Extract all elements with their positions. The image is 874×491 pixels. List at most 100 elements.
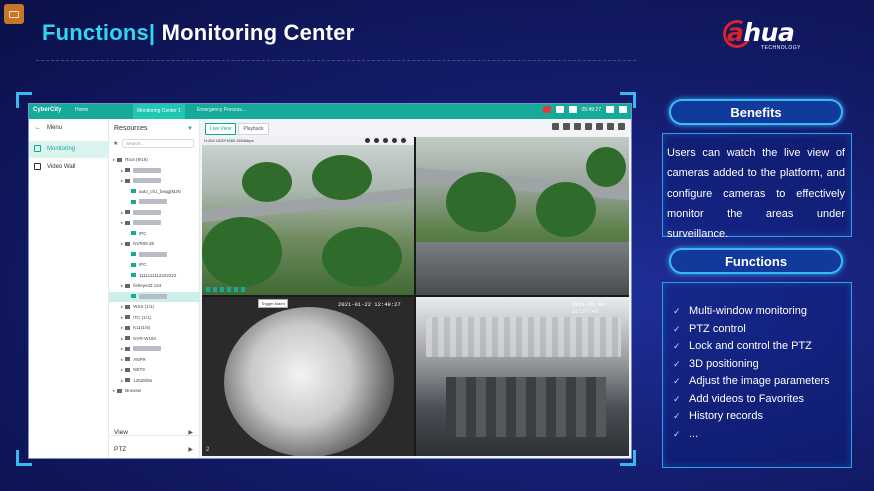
tree-item[interactable]: ▸ Browser <box>109 386 200 397</box>
settings-icon[interactable] <box>568 106 577 113</box>
tab-live-view[interactable]: Live View <box>205 123 237 135</box>
tree-item[interactable]: ▸ fisheye43.124 <box>109 281 200 292</box>
tool-icon[interactable] <box>241 287 245 292</box>
expand-arrow-icon[interactable]: ▸ <box>121 346 123 351</box>
expand-arrow-icon[interactable]: ▸ <box>121 336 123 341</box>
tree-item[interactable]: ▸ Root (9/16) <box>109 155 200 166</box>
expand-arrow-icon[interactable]: ▸ <box>113 157 115 162</box>
layout-9-icon[interactable] <box>596 123 603 130</box>
tree-item[interactable]: ▸ NVR08.35 <box>109 239 200 250</box>
expand-arrow-icon[interactable]: ▸ <box>121 378 123 383</box>
tool-icon[interactable] <box>213 287 217 292</box>
close-icon[interactable] <box>401 138 406 143</box>
fullscreen-icon[interactable] <box>618 123 625 130</box>
minimize-icon[interactable] <box>606 106 614 113</box>
device-icon <box>125 346 131 351</box>
layout-1-icon[interactable] <box>574 123 581 130</box>
save-icon[interactable] <box>552 123 559 130</box>
close-icon[interactable] <box>619 106 627 113</box>
tree-item[interactable]: 1111111112222222 <box>109 271 200 282</box>
expand-arrow-icon[interactable]: ▸ <box>121 283 123 288</box>
expand-arrow-icon[interactable]: ▸ <box>121 178 123 183</box>
device-icon <box>125 357 131 362</box>
expand-arrow-icon[interactable]: ▸ <box>121 325 123 330</box>
tree-item[interactable]: ▸ NVR-W184 <box>109 334 200 345</box>
tree-item[interactable]: auto_ch1_beqg(MJN <box>109 187 200 198</box>
tree-item[interactable] <box>109 291 200 302</box>
expand-arrow-icon[interactable]: ▸ <box>113 388 115 393</box>
tree-item-label: IPC <box>139 230 147 236</box>
blurred-label <box>133 178 162 184</box>
tree-item[interactable] <box>109 250 200 261</box>
expand-arrow-icon[interactable]: ▸ <box>121 315 123 320</box>
expand-arrow-icon[interactable]: ▸ <box>121 241 123 246</box>
user-icon[interactable] <box>555 106 564 113</box>
tool-icon[interactable] <box>220 287 224 292</box>
expand-arrow-icon[interactable]: ▸ <box>121 220 123 225</box>
monitor-icon <box>34 145 41 152</box>
tree-item[interactable]: ▸ <box>109 208 200 219</box>
tree-item[interactable]: ▸ K11(1/5) <box>109 323 200 334</box>
layout-16-icon[interactable] <box>607 123 614 130</box>
tab-monitoring-center[interactable]: Monitoring Center 1 <box>133 104 185 119</box>
tree-item[interactable] <box>109 197 200 208</box>
expand-arrow-icon[interactable]: ▸ <box>121 357 123 362</box>
filter-icon[interactable]: ▼ <box>187 126 193 132</box>
tree-item[interactable]: ▸ ITC (1/1) <box>109 313 200 324</box>
check-icon: ✓ <box>673 376 681 386</box>
record-icon[interactable] <box>365 138 370 143</box>
app-topbar: CyberCity Home Monitoring Center 1 Emerg… <box>29 104 631 119</box>
left-navigation: ← Menu Monitoring Video Wall <box>29 119 109 458</box>
alarm-icon[interactable] <box>542 106 551 113</box>
tree-item[interactable]: IPC <box>109 260 200 271</box>
tree-item[interactable]: ▸ ANPR <box>109 355 200 366</box>
snapshot-icon[interactable] <box>374 138 379 143</box>
tool-icon[interactable] <box>227 287 231 292</box>
nav-item-monitoring[interactable]: Monitoring <box>29 141 108 158</box>
tree-item[interactable]: ▸ <box>109 176 200 187</box>
menu-toggle[interactable]: ← Menu <box>35 125 62 131</box>
video-window-3[interactable]: Trigger Alarm 2021-01-22 12:49:27 2 <box>202 297 414 456</box>
device-icon <box>131 231 136 236</box>
video-window-2[interactable] <box>416 137 629 295</box>
tree-item-label: NET9 <box>133 367 145 372</box>
ptz-icon[interactable] <box>392 138 397 143</box>
video-window-4[interactable]: 2021-01-04 11:27:47 <box>416 297 629 456</box>
view-section[interactable]: View <box>114 429 128 436</box>
video-scene <box>202 217 282 287</box>
audio-icon[interactable] <box>383 138 388 143</box>
tree-item[interactable]: ▸ NET9 <box>109 365 200 376</box>
device-icon <box>131 273 136 278</box>
tool-icon[interactable] <box>206 287 210 292</box>
device-icon <box>117 388 123 393</box>
tab-playback[interactable]: Playback <box>238 123 269 135</box>
tree-item[interactable]: ▸ <box>109 218 200 229</box>
ptz-section[interactable]: PTZ <box>114 446 126 453</box>
tab-emergency-process[interactable]: Emergency Process... <box>197 107 246 113</box>
resource-search-input[interactable]: Search... <box>122 139 194 148</box>
chevron-right-icon[interactable]: ▶ <box>188 446 193 453</box>
tool-icon[interactable] <box>234 287 238 292</box>
star-icon[interactable]: ★ <box>113 140 118 147</box>
function-item-label: History records <box>689 410 763 422</box>
snapshot-icon[interactable] <box>563 123 570 130</box>
device-icon <box>125 304 131 309</box>
expand-arrow-icon[interactable]: ▸ <box>121 304 123 309</box>
expand-arrow-icon[interactable]: ▸ <box>121 210 123 215</box>
tree-item[interactable]: ▸ <box>109 166 200 177</box>
nav-item-video-wall[interactable]: Video Wall <box>29 159 108 176</box>
chevron-right-icon[interactable]: ▶ <box>188 429 193 436</box>
tree-item[interactable]: ▸ 12528/55 <box>109 376 200 387</box>
layout-4-icon[interactable] <box>585 123 592 130</box>
tree-item[interactable]: ▸ <box>109 344 200 355</box>
expand-arrow-icon[interactable]: ▸ <box>121 367 123 372</box>
tree-item[interactable]: IPC <box>109 229 200 240</box>
expand-arrow-icon[interactable]: ▸ <box>121 168 123 173</box>
corner-badge-icon <box>4 4 24 24</box>
tab-home[interactable]: Home <box>75 107 88 113</box>
blurred-label <box>133 167 162 173</box>
functions-list: ✓ Multi-window monitoring ✓ PTZ control ✓ Loc… <box>673 303 851 443</box>
tree-item[interactable]: ▸ WSS (1/1) <box>109 302 200 313</box>
device-tree: ▸ Root (9/16) ▸ ▸ auto_ch1_beqg(MJN ▸ ▸ IPC ▸ NVR… <box>109 155 200 397</box>
video-window-1[interactable]: H.264 1920*1080 2603kbps <box>202 137 414 295</box>
